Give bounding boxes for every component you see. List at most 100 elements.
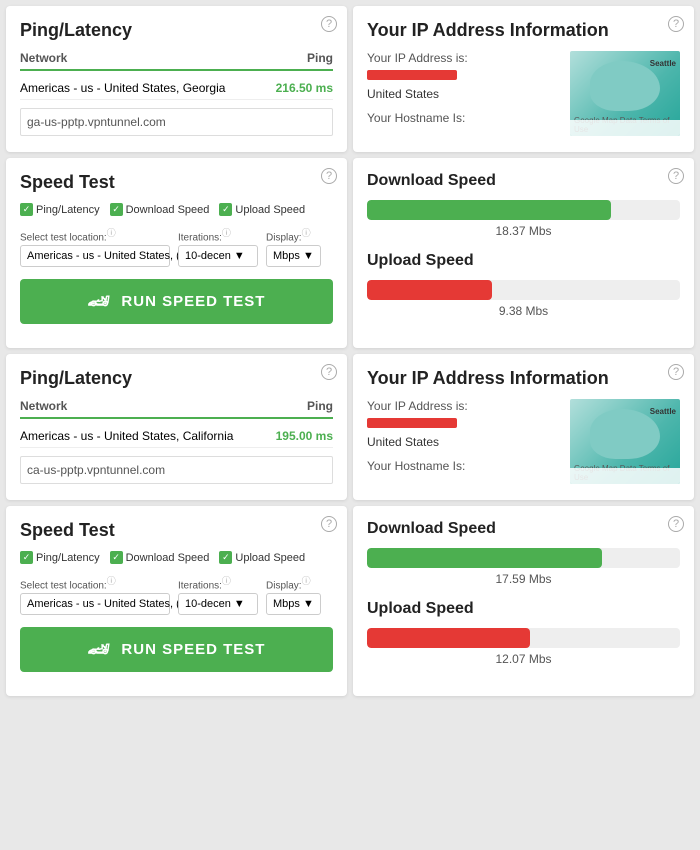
ip-country-1: United States bbox=[367, 87, 560, 101]
speed-title-1: Speed Test bbox=[20, 172, 333, 193]
ping-network-1: Americas - us - United States, Georgia bbox=[20, 81, 225, 95]
dl-value-2: 17.59 Mbs bbox=[367, 572, 680, 586]
ping-row-1: Americas - us - United States, Georgia 2… bbox=[20, 77, 333, 100]
map-thumbnail-2: Seattle Google Map Data Terms of Use bbox=[570, 399, 680, 484]
ping-value-2: 195.00 ms bbox=[276, 429, 333, 443]
dl-title-1: Download Speed bbox=[367, 172, 680, 190]
check-icon-dl-1: ✓ bbox=[110, 203, 123, 216]
display-group-1: Display:ⓘ Mbps ▼ bbox=[266, 226, 321, 267]
ip-info-1: Your IP Address is: United States Your H… bbox=[367, 51, 560, 136]
ping-row-2: Americas - us - United States, Californi… bbox=[20, 425, 333, 448]
info-icon-result-1[interactable]: ? bbox=[668, 168, 684, 184]
ping-header-network-2: Network bbox=[20, 399, 67, 413]
check-icon-ping-2: ✓ bbox=[20, 551, 33, 564]
ping-title-2: Ping/Latency bbox=[20, 368, 333, 389]
dl-bar-fill-1 bbox=[367, 200, 611, 220]
ping-latency-card-2: ? Ping/Latency Network Ping Americas - u… bbox=[6, 354, 347, 500]
ip-section-2: Your IP Address is: United States Your H… bbox=[367, 399, 680, 484]
display-group-2: Display:ⓘ Mbps ▼ bbox=[266, 574, 321, 615]
ul-bar-bg-2 bbox=[367, 628, 680, 648]
info-icon-result-2[interactable]: ? bbox=[668, 516, 684, 532]
map-google-1: Google Map Data Terms of Use bbox=[574, 116, 680, 134]
location-label-1: Select test location:ⓘ bbox=[20, 226, 170, 243]
speed-test-card-2: ? Speed Test ✓ Ping/Latency ✓ Download S… bbox=[6, 506, 347, 696]
check-icon-ul-2: ✓ bbox=[219, 551, 232, 564]
ip-title-2: Your IP Address Information bbox=[367, 368, 680, 389]
checkbox-ping-1[interactable]: ✓ Ping/Latency bbox=[20, 203, 100, 216]
ul-bar-bg-1 bbox=[367, 280, 680, 300]
speed-test-card-1: ? Speed Test ✓ Ping/Latency ✓ Download S… bbox=[6, 158, 347, 348]
location-select-2[interactable]: Americas - us - United States, ( ▼ bbox=[20, 593, 170, 615]
iterations-group-1: Iterations:ⓘ 10-decen ▼ bbox=[178, 226, 258, 267]
ip-redacted-2 bbox=[367, 418, 457, 428]
location-select-1[interactable]: Americas - us - United States, ( ▼ bbox=[20, 245, 170, 267]
ping-header-1: Network Ping bbox=[20, 51, 333, 71]
ping-hostname-2: ca-us-pptp.vpntunnel.com bbox=[20, 456, 333, 484]
checkbox-upload-1[interactable]: ✓ Upload Speed bbox=[219, 203, 305, 216]
ping-value-1: 216.50 ms bbox=[276, 81, 333, 95]
info-icon-ip-2[interactable]: ? bbox=[668, 364, 684, 380]
ip-hostname-label-2: Your Hostname Is: bbox=[367, 459, 560, 473]
info-icon-ip-1[interactable]: ? bbox=[668, 16, 684, 32]
info-icon-ping-2[interactable]: ? bbox=[321, 364, 337, 380]
location-label-2: Select test location:ⓘ bbox=[20, 574, 170, 591]
ip-address-card-2: ? Your IP Address Information Your IP Ad… bbox=[353, 354, 694, 500]
ping-header-2: Network Ping bbox=[20, 399, 333, 419]
checkbox-ping-2[interactable]: ✓ Ping/Latency bbox=[20, 551, 100, 564]
ping-header-ping-2: Ping bbox=[307, 399, 333, 413]
ip-title-1: Your IP Address Information bbox=[367, 20, 680, 41]
display-label-1: Display:ⓘ bbox=[266, 226, 321, 243]
dl-title-2: Download Speed bbox=[367, 520, 680, 538]
check-icon-ping-1: ✓ bbox=[20, 203, 33, 216]
iterations-select-1[interactable]: 10-decen ▼ bbox=[178, 245, 258, 267]
iterations-label-2: Iterations:ⓘ bbox=[178, 574, 258, 591]
speed-result-card-1: ? Download Speed 18.37 Mbs Upload Speed … bbox=[353, 158, 694, 348]
iterations-select-2[interactable]: 10-decen ▼ bbox=[178, 593, 258, 615]
ul-bar-fill-1 bbox=[367, 280, 492, 300]
ping-header-network: Network bbox=[20, 51, 67, 65]
speed-controls-2: Select test location:ⓘ Americas - us - U… bbox=[20, 574, 333, 615]
dl-bar-container-2: 17.59 Mbs bbox=[367, 548, 680, 586]
dl-bar-fill-2 bbox=[367, 548, 602, 568]
checkbox-download-2[interactable]: ✓ Download Speed bbox=[110, 551, 210, 564]
ul-value-2: 12.07 Mbs bbox=[367, 652, 680, 666]
display-label-2: Display:ⓘ bbox=[266, 574, 321, 591]
map-thumbnail-1: Seattle Google Map Data Terms of Use bbox=[570, 51, 680, 136]
info-icon-speed-2[interactable]: ? bbox=[321, 516, 337, 532]
ip-label-1: Your IP Address is: bbox=[367, 51, 560, 65]
ping-latency-card-1: ? Ping/Latency Network Ping Americas - u… bbox=[6, 6, 347, 152]
ul-title-1: Upload Speed bbox=[367, 252, 680, 270]
check-icon-dl-2: ✓ bbox=[110, 551, 123, 564]
ip-label-2: Your IP Address is: bbox=[367, 399, 560, 413]
iterations-label-1: Iterations:ⓘ bbox=[178, 226, 258, 243]
iterations-group-2: Iterations:ⓘ 10-decen ▼ bbox=[178, 574, 258, 615]
speedometer-icon-2: 🏎 bbox=[88, 639, 112, 660]
speed-title-2: Speed Test bbox=[20, 520, 333, 541]
speed-checkboxes-2: ✓ Ping/Latency ✓ Download Speed ✓ Upload… bbox=[20, 551, 333, 564]
ul-value-1: 9.38 Mbs bbox=[367, 304, 680, 318]
run-speed-test-button-1[interactable]: 🏎 RUN SPEED TEST bbox=[20, 279, 333, 324]
run-speed-test-button-2[interactable]: 🏎 RUN SPEED TEST bbox=[20, 627, 333, 672]
map-google-2: Google Map Data Terms of Use bbox=[574, 464, 680, 482]
speed-controls-1: Select test location:ⓘ Americas - us - U… bbox=[20, 226, 333, 267]
checkbox-download-1[interactable]: ✓ Download Speed bbox=[110, 203, 210, 216]
ping-title-1: Ping/Latency bbox=[20, 20, 333, 41]
dl-value-1: 18.37 Mbs bbox=[367, 224, 680, 238]
info-icon-speed-1[interactable]: ? bbox=[321, 168, 337, 184]
ip-section-1: Your IP Address is: United States Your H… bbox=[367, 51, 680, 136]
display-select-1[interactable]: Mbps ▼ bbox=[266, 245, 321, 267]
dl-bar-container-1: 18.37 Mbs bbox=[367, 200, 680, 238]
info-icon-ping-1[interactable]: ? bbox=[321, 16, 337, 32]
ip-hostname-label-1: Your Hostname Is: bbox=[367, 111, 560, 125]
ul-bar-container-2: 12.07 Mbs bbox=[367, 628, 680, 666]
ul-title-2: Upload Speed bbox=[367, 600, 680, 618]
display-select-2[interactable]: Mbps ▼ bbox=[266, 593, 321, 615]
map-seattle-1: Seattle bbox=[650, 59, 676, 68]
ip-info-2: Your IP Address is: United States Your H… bbox=[367, 399, 560, 484]
checkbox-upload-2[interactable]: ✓ Upload Speed bbox=[219, 551, 305, 564]
ping-header-ping: Ping bbox=[307, 51, 333, 65]
speed-result-card-2: ? Download Speed 17.59 Mbs Upload Speed … bbox=[353, 506, 694, 696]
ip-address-card-1: ? Your IP Address Information Your IP Ad… bbox=[353, 6, 694, 152]
location-group-2: Select test location:ⓘ Americas - us - U… bbox=[20, 574, 170, 615]
check-icon-ul-1: ✓ bbox=[219, 203, 232, 216]
